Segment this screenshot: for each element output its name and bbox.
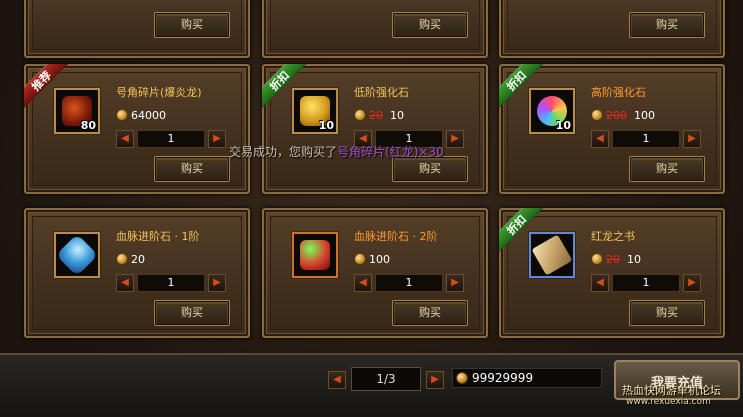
- increase-arrow-icon[interactable]: ▶: [683, 130, 701, 148]
- quantity-stepper: ◀ 1 ▶: [591, 130, 703, 148]
- decrease-arrow-icon[interactable]: ◀: [116, 130, 134, 148]
- item-name: 血脉进阶石 · 2阶: [354, 230, 438, 243]
- previous-page-icon[interactable]: ◀: [328, 371, 346, 389]
- gold-coin-icon: [116, 253, 128, 265]
- item-name: 高阶强化石: [591, 86, 646, 99]
- item-slot[interactable]: [292, 232, 338, 278]
- quantity-input[interactable]: 1: [612, 130, 680, 148]
- item-quantity: 10: [318, 119, 334, 132]
- decrease-arrow-icon[interactable]: ◀: [354, 274, 372, 292]
- quantity-stepper: ◀ 1 ▶: [116, 274, 228, 292]
- increase-arrow-icon[interactable]: ▶: [683, 274, 701, 292]
- page-indicator: 1/3: [351, 367, 421, 391]
- shop-card: 折扣 10 高阶强化石 200 100 ◀ 1 ▶ 购买: [499, 64, 725, 194]
- item-name: 红龙之书: [591, 230, 635, 243]
- original-price: 20: [369, 108, 383, 122]
- gold-coin-icon: [591, 109, 603, 121]
- item-quantity: 80: [80, 119, 96, 132]
- forum-watermark: 热血快网游单机论坛: [622, 384, 721, 397]
- buy-button[interactable]: 购买: [392, 12, 468, 38]
- item-price: 20: [116, 252, 145, 266]
- quantity-stepper: ◀ 1 ▶: [591, 274, 703, 292]
- gold-coin-icon: [116, 109, 128, 121]
- buy-button[interactable]: 购买: [629, 12, 705, 38]
- gold-balance: 99929999: [452, 368, 602, 388]
- shop-card-partial: 购买: [24, 0, 250, 58]
- item-price: 200 100: [591, 108, 655, 122]
- blue-gem-icon: [55, 233, 99, 277]
- item-price: 20 10: [354, 108, 404, 122]
- quantity-input[interactable]: 1: [137, 274, 205, 292]
- buy-button[interactable]: 购买: [154, 12, 230, 38]
- shop-panel: 购买 购买 购买 推荐 80 号角碎片(爆炎龙) 64000 ◀ 1 ▶ 购买 …: [0, 0, 743, 417]
- shop-card: 折扣 10 低阶强化石 20 10 ◀ 1 ▶ 购买: [262, 64, 488, 194]
- gold-coin-icon: [354, 253, 366, 265]
- shop-card: 推荐 80 号角碎片(爆炎龙) 64000 ◀ 1 ▶ 购买: [24, 64, 250, 194]
- buy-button[interactable]: 购买: [392, 300, 468, 326]
- gold-coin-icon: [354, 109, 366, 121]
- scroll-icon: [531, 234, 573, 276]
- red-gem-icon: [300, 240, 330, 270]
- shop-card: 折扣 红龙之书 20 10 ◀ 1 ▶ 购买: [499, 208, 725, 338]
- item-slot[interactable]: [54, 232, 100, 278]
- decrease-arrow-icon[interactable]: ◀: [591, 130, 609, 148]
- item-price: 64000: [116, 108, 166, 122]
- decrease-arrow-icon[interactable]: ◀: [116, 274, 134, 292]
- buy-button[interactable]: 购买: [154, 156, 230, 182]
- forum-watermark-url: www.rexuexia.com: [626, 397, 711, 407]
- quantity-input[interactable]: 1: [137, 130, 205, 148]
- item-slot[interactable]: 10: [292, 88, 338, 134]
- decrease-arrow-icon[interactable]: ◀: [591, 274, 609, 292]
- quantity-stepper: ◀ 1 ▶: [116, 130, 228, 148]
- increase-arrow-icon[interactable]: ▶: [208, 274, 226, 292]
- item-name: 低阶强化石: [354, 86, 409, 99]
- original-price: 200: [606, 108, 627, 122]
- purchase-toast: 交易成功，您购买了号角碎片(红龙)×30: [229, 145, 444, 159]
- gold-coin-icon: [456, 372, 468, 384]
- next-page-icon[interactable]: ▶: [426, 371, 444, 389]
- item-slot[interactable]: [529, 232, 575, 278]
- item-name: 号角碎片(爆炎龙): [116, 86, 202, 99]
- item-price: 20 10: [591, 252, 641, 266]
- item-quantity: 10: [555, 119, 571, 132]
- quantity-stepper: ◀ 1 ▶: [354, 274, 466, 292]
- quantity-input[interactable]: 1: [375, 274, 443, 292]
- buy-button[interactable]: 购买: [629, 300, 705, 326]
- quantity-input[interactable]: 1: [612, 274, 680, 292]
- item-slot[interactable]: 10: [529, 88, 575, 134]
- buy-button[interactable]: 购买: [154, 300, 230, 326]
- shop-card-partial: 购买: [262, 0, 488, 58]
- buy-button[interactable]: 购买: [629, 156, 705, 182]
- shop-card-partial: 购买: [499, 0, 725, 58]
- shop-card: 血脉进阶石 · 1阶 20 ◀ 1 ▶ 购买: [24, 208, 250, 338]
- increase-arrow-icon[interactable]: ▶: [208, 130, 226, 148]
- original-price: 20: [606, 252, 620, 266]
- increase-arrow-icon[interactable]: ▶: [446, 130, 464, 148]
- gold-coin-icon: [591, 253, 603, 265]
- shop-card: 血脉进阶石 · 2阶 100 ◀ 1 ▶ 购买: [262, 208, 488, 338]
- item-slot[interactable]: 80: [54, 88, 100, 134]
- item-name: 血脉进阶石 · 1阶: [116, 230, 200, 243]
- increase-arrow-icon[interactable]: ▶: [446, 274, 464, 292]
- item-price: 100: [354, 252, 390, 266]
